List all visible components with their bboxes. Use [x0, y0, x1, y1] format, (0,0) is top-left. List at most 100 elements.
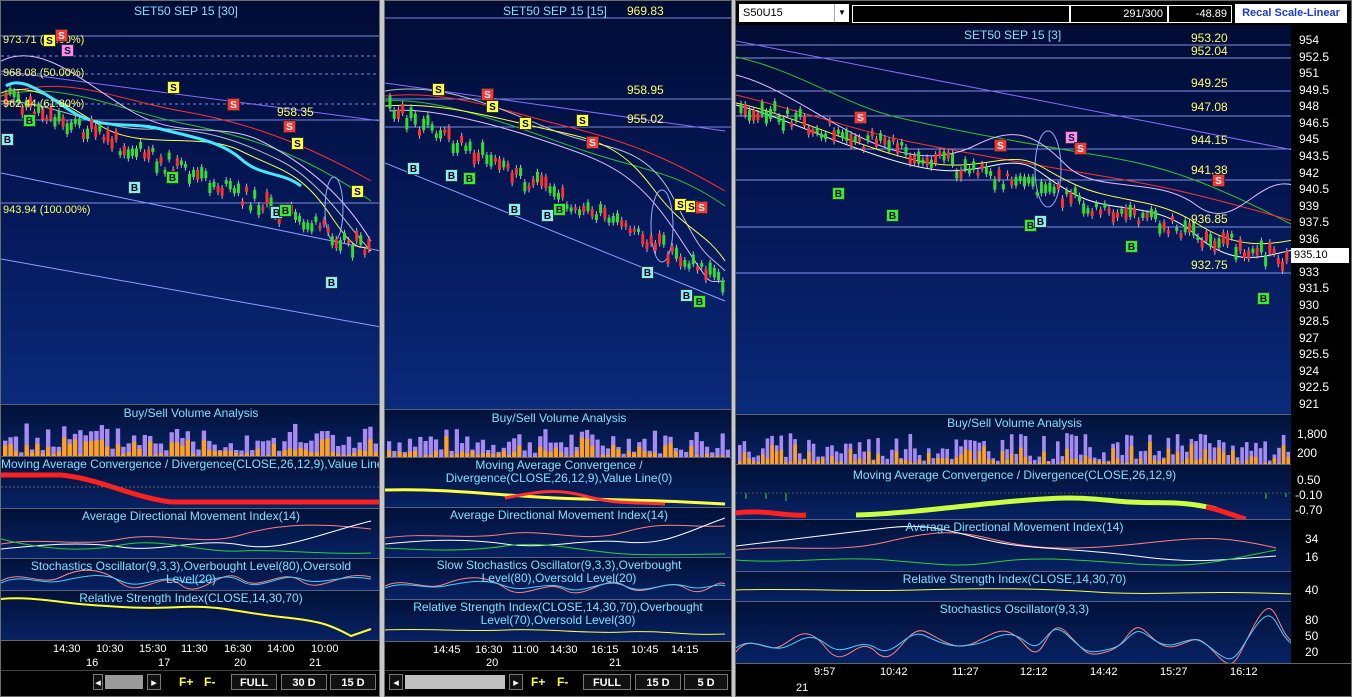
price-axis-label: 921: [1299, 397, 1320, 411]
price-axis-label: 931.5: [1299, 281, 1330, 295]
buy-signal: B: [693, 295, 706, 308]
chart-panel-1[interactable]: SET50 SEP 15 [30] 973.71 (23.60%) 968.08…: [0, 0, 380, 697]
scrollbar-thumb[interactable]: [105, 675, 143, 689]
price-chart-3[interactable]: SET50 SEP 15 [3] 953.20 952.04 949.25 94…: [736, 25, 1293, 414]
zoom-out-button[interactable]: F-: [557, 674, 568, 690]
candle-body: [481, 142, 485, 156]
volume-pane-2[interactable]: Buy/Sell Volume Analysis: [385, 409, 731, 457]
volume-bar-buy: [142, 434, 148, 456]
adx-pane-1[interactable]: Average Directional Movement Index(14): [1, 508, 379, 558]
price-axis-label: 940.5: [1299, 182, 1330, 196]
candle-body: [192, 169, 196, 177]
chart-panel-2[interactable]: SET50 SEP 15 [15] 969.83 958.95 955.02 S…: [384, 0, 732, 697]
candle-body: [951, 153, 955, 165]
candle-body: [1035, 191, 1039, 196]
macd-pane-3[interactable]: Moving Average Convergence / Divergence(…: [736, 464, 1293, 519]
time-label: 10:00: [311, 643, 339, 655]
volume-bar-buy: [738, 445, 742, 464]
volume-bar-sell: [174, 442, 180, 456]
candle-body: [1111, 212, 1115, 223]
full-range-button[interactable]: FULL: [231, 674, 277, 690]
symbol-select[interactable]: S50U15 ▼: [739, 4, 849, 22]
candle-body: [1230, 233, 1234, 238]
sell-signal: S: [283, 120, 296, 133]
scroll-left-button[interactable]: ◂: [389, 674, 403, 690]
price-chart-2[interactable]: SET50 SEP 15 [15] 969.83 958.95 955.02 S…: [385, 1, 731, 409]
recal-scale-button[interactable]: Recal Scale-Linear: [1235, 4, 1347, 23]
range-5d-button[interactable]: 5 D: [684, 674, 728, 690]
candle-body: [334, 238, 338, 249]
range-30d-button[interactable]: 30 D: [281, 674, 327, 690]
stoch-pane-3[interactable]: Stochastics Oscillator(9,3,3): [736, 601, 1293, 663]
macd-pane-1[interactable]: Moving Average Convergence / Divergence(…: [1, 456, 379, 508]
macd-pane-2[interactable]: Moving Average Convergence / Divergence(…: [385, 457, 731, 507]
candle-body: [106, 129, 110, 142]
full-range-button[interactable]: FULL: [583, 674, 631, 690]
price-top-label: 969.83: [627, 4, 664, 18]
volume-bar-sell: [553, 447, 558, 457]
volume-bar-buy: [890, 449, 894, 464]
scroll-right-button[interactable]: ▸: [509, 674, 523, 690]
candle-body: [318, 225, 322, 229]
buy-signal: B: [680, 289, 693, 302]
range-15d-button[interactable]: 15 D: [635, 674, 681, 690]
volume-bar-sell: [538, 446, 543, 457]
candle-body: [535, 171, 539, 183]
candle-body: [367, 239, 371, 250]
candle-body: [86, 128, 90, 139]
candle-body: [866, 135, 870, 141]
candle-body: [77, 118, 81, 126]
candle-body: [1086, 208, 1090, 214]
candle-body: [57, 110, 61, 122]
volume-bar-sell: [1083, 455, 1088, 464]
candle-body: [708, 262, 712, 275]
candle-body: [790, 122, 794, 127]
price-axis-label: 924: [1299, 364, 1320, 378]
volume-bar-sell: [1000, 451, 1005, 464]
rsi-pane-2[interactable]: Relative Strength Index(CLOSE,14,30,70),…: [385, 599, 731, 641]
volume-pane-1[interactable]: Buy/Sell Volume Analysis: [1, 404, 379, 456]
candle-body: [523, 182, 527, 192]
candle-body: [122, 146, 126, 156]
price-chart-1[interactable]: SET50 SEP 15 [30] 973.71 (23.60%) 968.08…: [1, 1, 379, 404]
volume-bar-sell: [959, 454, 963, 464]
candle-body: [1031, 176, 1035, 187]
candle-body: [338, 240, 342, 251]
candle-body: [65, 123, 69, 135]
volume-bar-buy: [699, 441, 704, 457]
sell-signal: S: [519, 117, 532, 130]
candle-body: [874, 138, 878, 148]
stoch-pane-2[interactable]: Slow Stochastics Oscillator(9,3,3),Overb…: [385, 557, 731, 599]
adx-pane-3[interactable]: Average Directional Movement Index(14): [736, 519, 1293, 571]
zoom-in-button[interactable]: F+: [179, 674, 193, 690]
buy-signal: B: [1, 133, 14, 146]
candle-body: [1107, 208, 1111, 213]
rsi-pane-1[interactable]: Relative Strength Index(CLOSE,14,30,70): [1, 590, 379, 640]
candle-body: [824, 133, 828, 140]
price-axis-3[interactable]: 954 952.5 951 949.5 948 946.5 945 943.5 942 940.5…: [1291, 25, 1351, 414]
candle-body: [200, 167, 204, 179]
zoom-out-button[interactable]: F-: [204, 674, 215, 690]
volume-bar-sell: [742, 452, 747, 464]
time-label: 12:12: [1020, 666, 1048, 678]
stoch-pane-1[interactable]: Stochastics Oscillator(9,3,3),Overbought…: [1, 558, 379, 590]
candle-body: [747, 110, 751, 121]
volume-bar-sell: [99, 439, 105, 456]
scroll-right-button[interactable]: ▸: [147, 674, 161, 690]
candle-body: [794, 112, 798, 121]
volume-pane-3[interactable]: Buy/Sell Volume Analysis: [736, 414, 1293, 464]
rsi-pane-3[interactable]: Relative Strength Index(CLOSE,14,30,70): [736, 571, 1293, 601]
range-15d-button[interactable]: 15 D: [330, 674, 376, 690]
volume-bar-buy: [862, 451, 867, 464]
chevron-down-icon[interactable]: ▼: [834, 4, 849, 22]
adx-pane-2[interactable]: Average Directional Movement Index(14): [385, 507, 731, 557]
volume-bar-buy: [1143, 450, 1148, 464]
scrollbar-thumb[interactable]: [405, 675, 505, 689]
candle-body: [102, 137, 106, 141]
candle-body: [921, 159, 925, 164]
candle-body: [220, 187, 224, 196]
zoom-in-button[interactable]: F+: [531, 674, 545, 690]
chart-panel-3[interactable]: S50U15 ▼ 291/300 -48.89 Recal Scale-Line…: [735, 0, 1352, 697]
candle-body: [1077, 195, 1081, 202]
scroll-left-button[interactable]: ◂: [93, 674, 103, 690]
